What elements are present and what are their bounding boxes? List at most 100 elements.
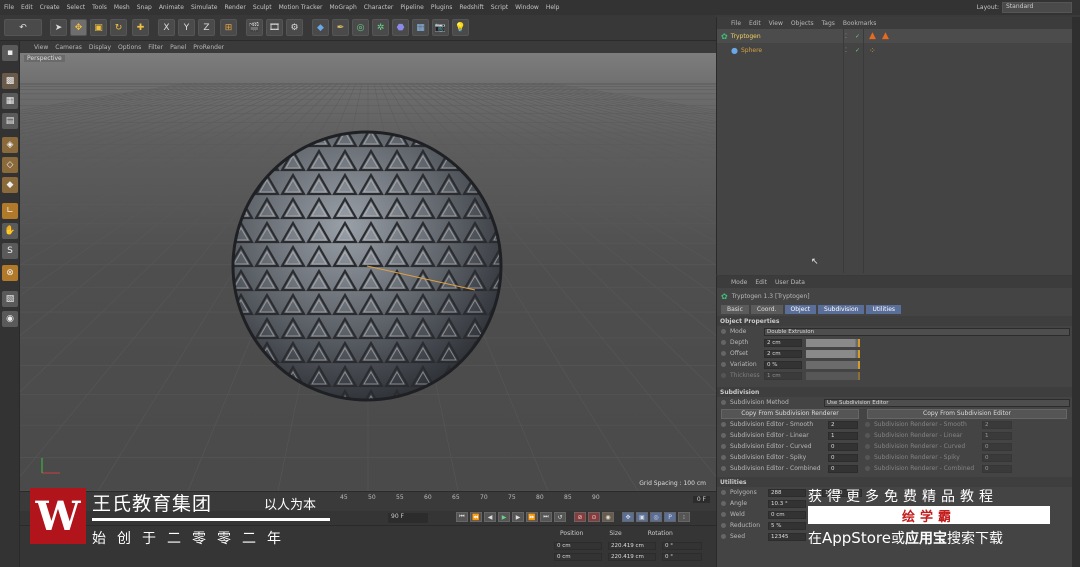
planar-workplane-button[interactable]: ▧ (2, 291, 18, 307)
model-mode-button[interactable]: ▩ (2, 73, 18, 89)
end-frame-field[interactable]: 90 F (388, 513, 428, 523)
menu-item-plugins[interactable]: Plugins (431, 4, 453, 11)
menu-item-window[interactable]: Window (515, 4, 539, 11)
menu-item-snap[interactable]: Snap (137, 4, 152, 11)
anim-dot-icon[interactable] (865, 444, 870, 449)
tab-basic[interactable]: Basic (721, 305, 749, 314)
next-frame-button[interactable]: ▶ (512, 512, 524, 522)
util-field[interactable]: 288 (768, 488, 806, 497)
rotate-key-button[interactable]: ◎ (650, 512, 662, 522)
keyframe-selection-button[interactable]: ◉ (602, 512, 614, 522)
play-button[interactable]: ▶ (498, 512, 510, 522)
menu-item-tools[interactable]: Tools (92, 4, 107, 11)
subdiv-field[interactable]: 0 (828, 442, 858, 451)
autokey-button[interactable]: ⊙ (588, 512, 600, 522)
prop-field[interactable]: 2 cm (764, 349, 802, 358)
object-row-tryptogen[interactable]: ✿ Tryptogen ⁚ ✓ ▲ ▲ (717, 29, 1072, 43)
rotation-p-field[interactable]: 0 ° (662, 553, 702, 561)
position-y-field[interactable]: 0 cm (554, 553, 602, 561)
workplane-button[interactable]: ▤ (2, 113, 18, 129)
deformer-button[interactable]: ⬣ (392, 19, 409, 36)
anim-dot-icon[interactable] (721, 455, 726, 460)
anim-dot-icon[interactable] (865, 422, 870, 427)
util-field[interactable]: 12345 (768, 532, 806, 541)
tab-object[interactable]: Object (784, 305, 817, 314)
size-x-field[interactable]: 220.419 cm (608, 542, 656, 550)
menu-item-render[interactable]: Render (224, 4, 245, 11)
tab-subdivision[interactable]: Subdivision (818, 305, 865, 314)
current-frame-field[interactable]: 0 F (692, 496, 710, 503)
tab-utilities[interactable]: Utilities (866, 305, 902, 314)
object-row-sphere[interactable]: ● Sphere ⁚ ✓ ⁘ (717, 43, 1072, 57)
position-x-field[interactable]: 0 cm (554, 542, 602, 550)
menu-item-redshift[interactable]: Redshift (459, 4, 483, 11)
object-menu-edit[interactable]: Edit (749, 20, 761, 27)
points-mode-button[interactable]: ◈ (2, 137, 18, 153)
menu-item-help[interactable]: Help (546, 4, 560, 11)
menu-item-mograph[interactable]: MoGraph (330, 4, 357, 11)
anim-dot-icon[interactable] (865, 433, 870, 438)
anim-dot-icon[interactable] (721, 351, 726, 356)
scale-key-button[interactable]: ▣ (636, 512, 648, 522)
object-menu-tags[interactable]: Tags (822, 20, 835, 27)
anim-dot-icon[interactable] (721, 373, 726, 378)
util-field[interactable]: 0 cm (768, 510, 806, 519)
prop-field[interactable]: 0 % (764, 360, 802, 369)
render-settings-button[interactable]: ⚙ (286, 19, 303, 36)
z-axis-button[interactable]: Z (198, 19, 215, 36)
move-tool-button[interactable]: ✥ (70, 19, 87, 36)
rotation-h-field[interactable]: 0 ° (662, 542, 702, 550)
menu-item-script[interactable]: Script (491, 4, 508, 11)
prev-key-button[interactable]: ⏪ (470, 512, 482, 522)
enabled-check-icon[interactable]: ✓ (855, 47, 860, 54)
menu-item-edit[interactable]: Edit (21, 4, 33, 11)
anim-dot-icon[interactable] (721, 512, 726, 517)
anim-dot-icon[interactable] (721, 329, 726, 334)
menu-item-simulate[interactable]: Simulate (191, 4, 218, 11)
next-key-button[interactable]: ⏩ (526, 512, 538, 522)
anim-dot-icon[interactable] (721, 466, 726, 471)
prop-slider[interactable] (806, 338, 860, 347)
object-menu-file[interactable]: File (731, 20, 741, 27)
anim-dot-icon[interactable] (865, 466, 870, 471)
pla-key-button[interactable]: ⁝ (678, 512, 690, 522)
prop-field[interactable]: 1 cm (764, 371, 802, 380)
coordinate-system-button[interactable]: ⊞ (220, 19, 237, 36)
select-tool-button[interactable]: ➤ (50, 19, 67, 36)
viewport-menu-display[interactable]: Display (89, 44, 111, 51)
size-y-field[interactable]: 220.419 cm (608, 553, 656, 561)
axis-mode-button[interactable]: ∟ (2, 203, 18, 219)
viewport-menu-prorender[interactable]: ProRender (193, 44, 224, 51)
anim-dot-icon[interactable] (721, 444, 726, 449)
floor-button[interactable]: ▦ (412, 19, 429, 36)
menu-item-animate[interactable]: Animate (159, 4, 184, 11)
attr-menu-edit[interactable]: Edit (755, 279, 767, 286)
anim-dot-icon[interactable] (721, 433, 726, 438)
anim-dot-icon[interactable] (721, 422, 726, 427)
move-key-button[interactable]: ✥ (622, 512, 634, 522)
menu-item-character[interactable]: Character (364, 4, 394, 11)
viewport-menu-view[interactable]: View (34, 44, 48, 51)
go-start-button[interactable]: ⏮ (456, 512, 468, 522)
edges-mode-button[interactable]: ◇ (2, 157, 18, 173)
tab-coord[interactable]: Coord. (750, 305, 783, 314)
cube-button[interactable]: ◆ (312, 19, 329, 36)
recent-tool-button[interactable]: ✚ (132, 19, 149, 36)
menu-item-sculpt[interactable]: Sculpt (253, 4, 272, 11)
viewport[interactable]: Perspective Grid Spacing : 100 cm (20, 53, 716, 491)
phong-tag-icon[interactable]: ⁘ (869, 46, 876, 55)
viewport-menu-cameras[interactable]: Cameras (55, 44, 82, 51)
layout-dropdown[interactable]: Standard (1002, 2, 1072, 13)
object-menu-bookmarks[interactable]: Bookmarks (843, 20, 877, 27)
snap-button[interactable]: S (2, 243, 18, 259)
y-axis-button[interactable]: Y (178, 19, 195, 36)
solo-button[interactable]: ◉ (2, 311, 18, 327)
util-field[interactable]: 10.3 ° (768, 499, 806, 508)
locked-workplane-button[interactable]: ⊗ (2, 265, 18, 281)
viewport-menu-options[interactable]: Options (118, 44, 141, 51)
menu-item-pipeline[interactable]: Pipeline (400, 4, 423, 11)
util-field[interactable]: 5 % (768, 521, 806, 530)
warning-tag-icon[interactable]: ▲ (869, 31, 876, 41)
anim-dot-icon[interactable] (721, 534, 726, 539)
anim-dot-icon[interactable] (721, 362, 726, 367)
